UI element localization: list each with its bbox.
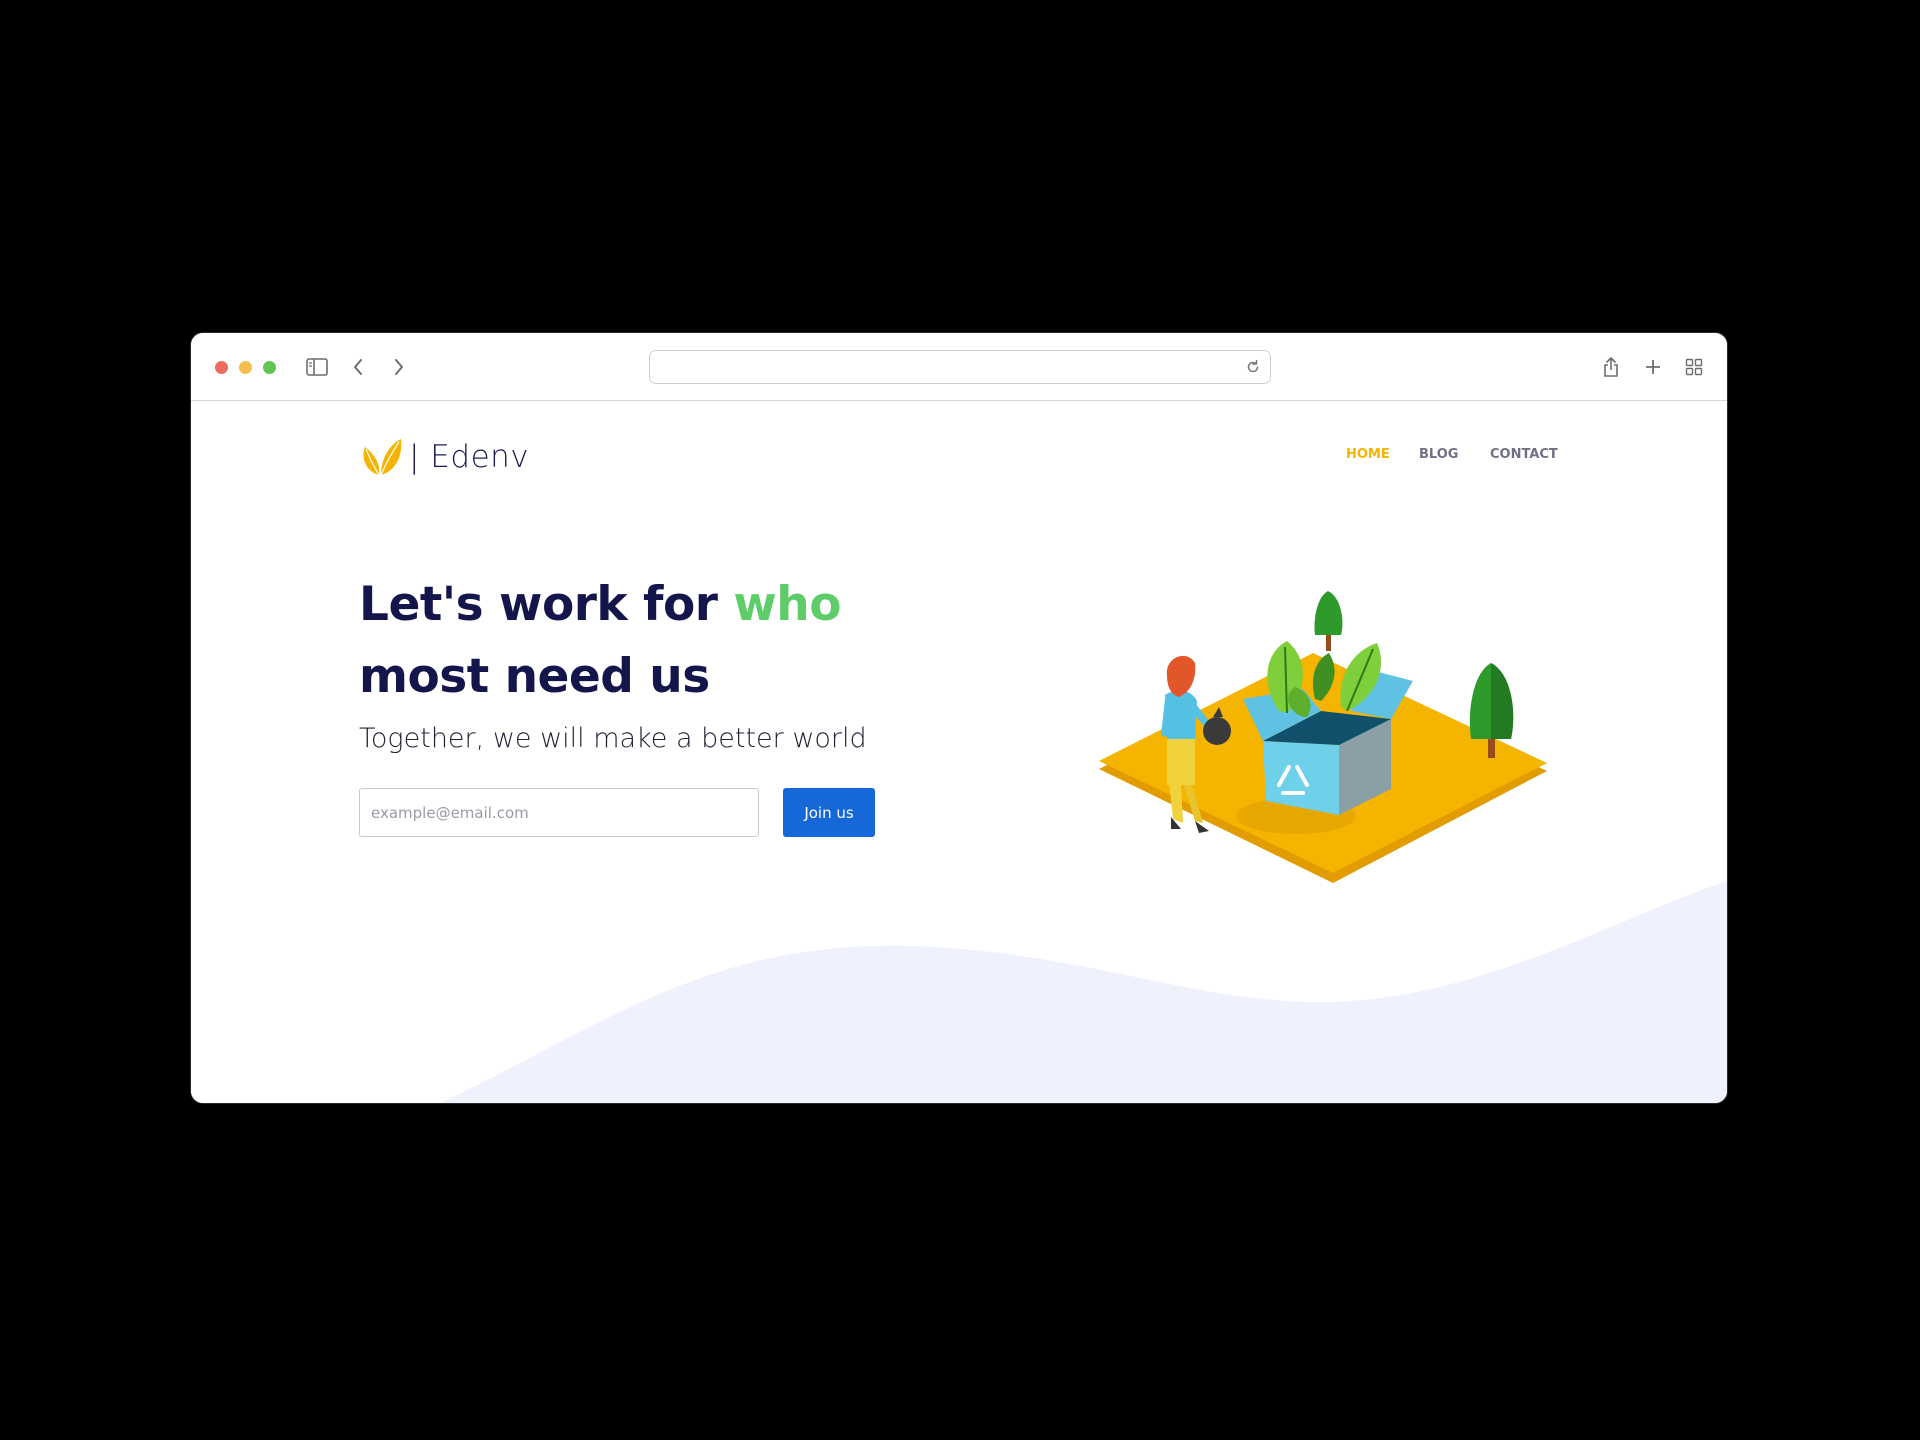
hero-subheadline: Together, we will make a better world [359, 723, 867, 754]
hero-headline: Let's work for who most need us [359, 569, 919, 713]
reload-icon[interactable] [1244, 358, 1262, 376]
email-field[interactable] [359, 788, 759, 837]
address-input[interactable] [660, 355, 1224, 379]
join-us-button[interactable]: Join us [783, 788, 875, 837]
minimize-window-button[interactable] [239, 361, 252, 374]
tab-overview-icon[interactable] [1680, 353, 1708, 381]
headline-text: Let's work for [359, 577, 734, 632]
sidebar-icon[interactable] [303, 353, 331, 381]
nav-item-contact[interactable]: CONTACT [1490, 447, 1558, 462]
close-window-button[interactable] [215, 361, 228, 374]
leaf-logo-icon [363, 439, 402, 476]
browser-window: | Edenv HOME BLOG CONTACT Let's work for… [191, 333, 1727, 1103]
forward-icon[interactable] [385, 353, 413, 381]
back-icon[interactable] [344, 353, 372, 381]
headline-highlight: who [733, 577, 841, 632]
brand-name: | Edenv [409, 439, 530, 475]
zoom-window-button[interactable] [263, 361, 276, 374]
nav-item-home[interactable]: HOME [1346, 447, 1390, 462]
nav-item-blog[interactable]: BLOG [1419, 447, 1458, 462]
headline-text-line2: most need us [359, 649, 710, 704]
recycling-illustration [1099, 591, 1547, 883]
new-tab-icon[interactable] [1639, 353, 1667, 381]
brand-logo[interactable]: | Edenv [359, 435, 529, 479]
address-bar[interactable] [649, 350, 1271, 384]
page-content: | Edenv HOME BLOG CONTACT Let's work for… [191, 401, 1727, 1103]
share-icon[interactable] [1597, 353, 1625, 381]
browser-toolbar [191, 333, 1727, 401]
